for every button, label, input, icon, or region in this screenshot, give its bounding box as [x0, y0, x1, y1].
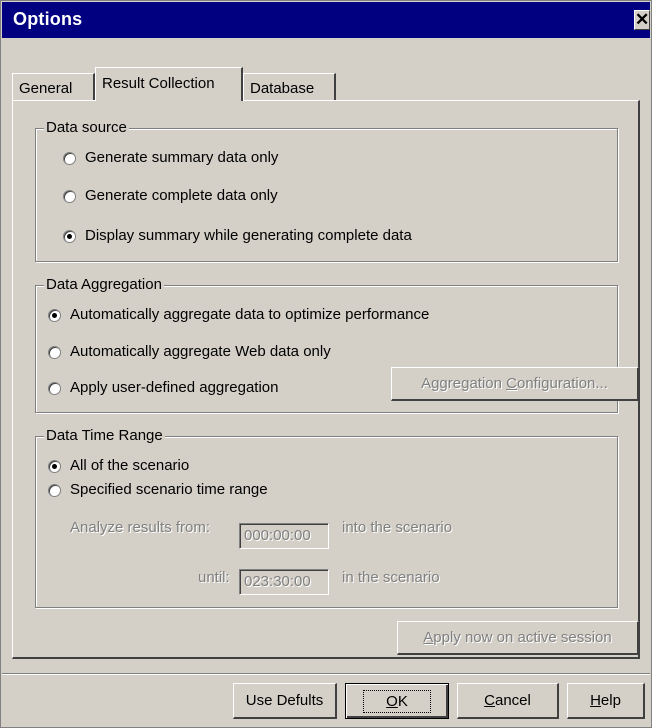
- ok-button[interactable]: OK: [345, 683, 449, 719]
- radio-user-defined-aggregation-indicator[interactable]: [48, 381, 61, 395]
- radio-specified-time-range[interactable]: Specified scenario time range: [48, 481, 268, 499]
- radio-display-summary-indicator[interactable]: [63, 229, 76, 243]
- radio-all-of-scenario-label: All of the scenario: [70, 457, 190, 474]
- result-collection-panel: Data source Generate summary data only G…: [12, 100, 640, 659]
- radio-summary-only-indicator[interactable]: [63, 151, 76, 165]
- radio-complete-only-indicator[interactable]: [63, 189, 76, 203]
- tab-general[interactable]: General: [12, 73, 95, 103]
- options-dialog: Options ✕ General Result Collection Data…: [0, 0, 652, 728]
- window-title: Options: [13, 9, 83, 29]
- radio-summary-only[interactable]: Generate summary data only: [63, 149, 278, 167]
- radio-auto-aggregate-web-indicator[interactable]: [48, 345, 61, 359]
- footer-separator: [2, 673, 650, 675]
- data-source-legend: Data source: [44, 119, 129, 137]
- tab-database-label: Database: [250, 80, 315, 97]
- aggregation-configuration-button[interactable]: Aggregation Configuration...: [391, 367, 639, 401]
- radio-display-summary-label: Display summary while generating complet…: [85, 227, 412, 244]
- from-suffix-label: into the scenario: [342, 519, 453, 536]
- help-button[interactable]: Help: [567, 683, 645, 719]
- radio-specified-time-range-label: Specified scenario time range: [70, 481, 268, 498]
- radio-auto-aggregate-performance[interactable]: Automatically aggregate data to optimize…: [48, 306, 429, 324]
- use-defaults-button[interactable]: Use Defults: [233, 683, 337, 719]
- ok-label: OK: [363, 689, 431, 713]
- radio-display-summary-while-complete[interactable]: Display summary while generating complet…: [63, 227, 412, 245]
- radio-user-defined-aggregation-label: Apply user-defined aggregation: [70, 379, 279, 396]
- use-defaults-label: Use Defults: [245, 692, 324, 709]
- tab-result-collection[interactable]: Result Collection: [95, 67, 243, 101]
- close-button[interactable]: ✕: [634, 10, 650, 30]
- radio-auto-aggregate-web[interactable]: Automatically aggregate Web data only: [48, 343, 331, 361]
- radio-auto-aggregate-performance-indicator[interactable]: [48, 308, 61, 322]
- close-icon: ✕: [635, 10, 650, 29]
- until-suffix-label: in the scenario: [342, 569, 440, 586]
- data-aggregation-legend: Data Aggregation: [44, 276, 164, 294]
- tab-general-label: General: [19, 80, 73, 97]
- cancel-button[interactable]: Cancel: [457, 683, 559, 719]
- radio-specified-time-range-indicator[interactable]: [48, 483, 61, 497]
- until-time-field[interactable]: 023:30:00: [239, 569, 329, 595]
- radio-complete-only[interactable]: Generate complete data only: [63, 187, 278, 205]
- analyze-from-label: Analyze results from:: [70, 519, 211, 536]
- radio-all-of-scenario[interactable]: All of the scenario: [48, 457, 189, 475]
- radio-auto-aggregate-web-label: Automatically aggregate Web data only: [70, 343, 331, 360]
- radio-auto-aggregate-performance-label: Automatically aggregate data to optimize…: [70, 306, 430, 323]
- aggregation-configuration-label: Aggregation Configuration...: [421, 375, 608, 392]
- radio-complete-only-label: Generate complete data only: [85, 187, 278, 204]
- tab-result-collection-label: Result Collection: [102, 75, 215, 92]
- data-time-range-legend: Data Time Range: [44, 427, 165, 445]
- until-label: until:: [198, 569, 230, 586]
- cancel-label: Cancel: [484, 692, 531, 709]
- tab-database[interactable]: Database: [243, 73, 336, 103]
- title-bar[interactable]: Options ✕: [2, 2, 650, 38]
- apply-now-button[interactable]: Apply now on active session: [397, 621, 639, 655]
- radio-summary-only-label: Generate summary data only: [85, 149, 279, 166]
- radio-user-defined-aggregation[interactable]: Apply user-defined aggregation: [48, 379, 278, 397]
- help-label: Help: [590, 692, 621, 709]
- radio-all-of-scenario-indicator[interactable]: [48, 459, 61, 473]
- from-time-field[interactable]: 000:00:00: [239, 523, 329, 549]
- apply-now-label: Apply now on active session: [423, 629, 612, 646]
